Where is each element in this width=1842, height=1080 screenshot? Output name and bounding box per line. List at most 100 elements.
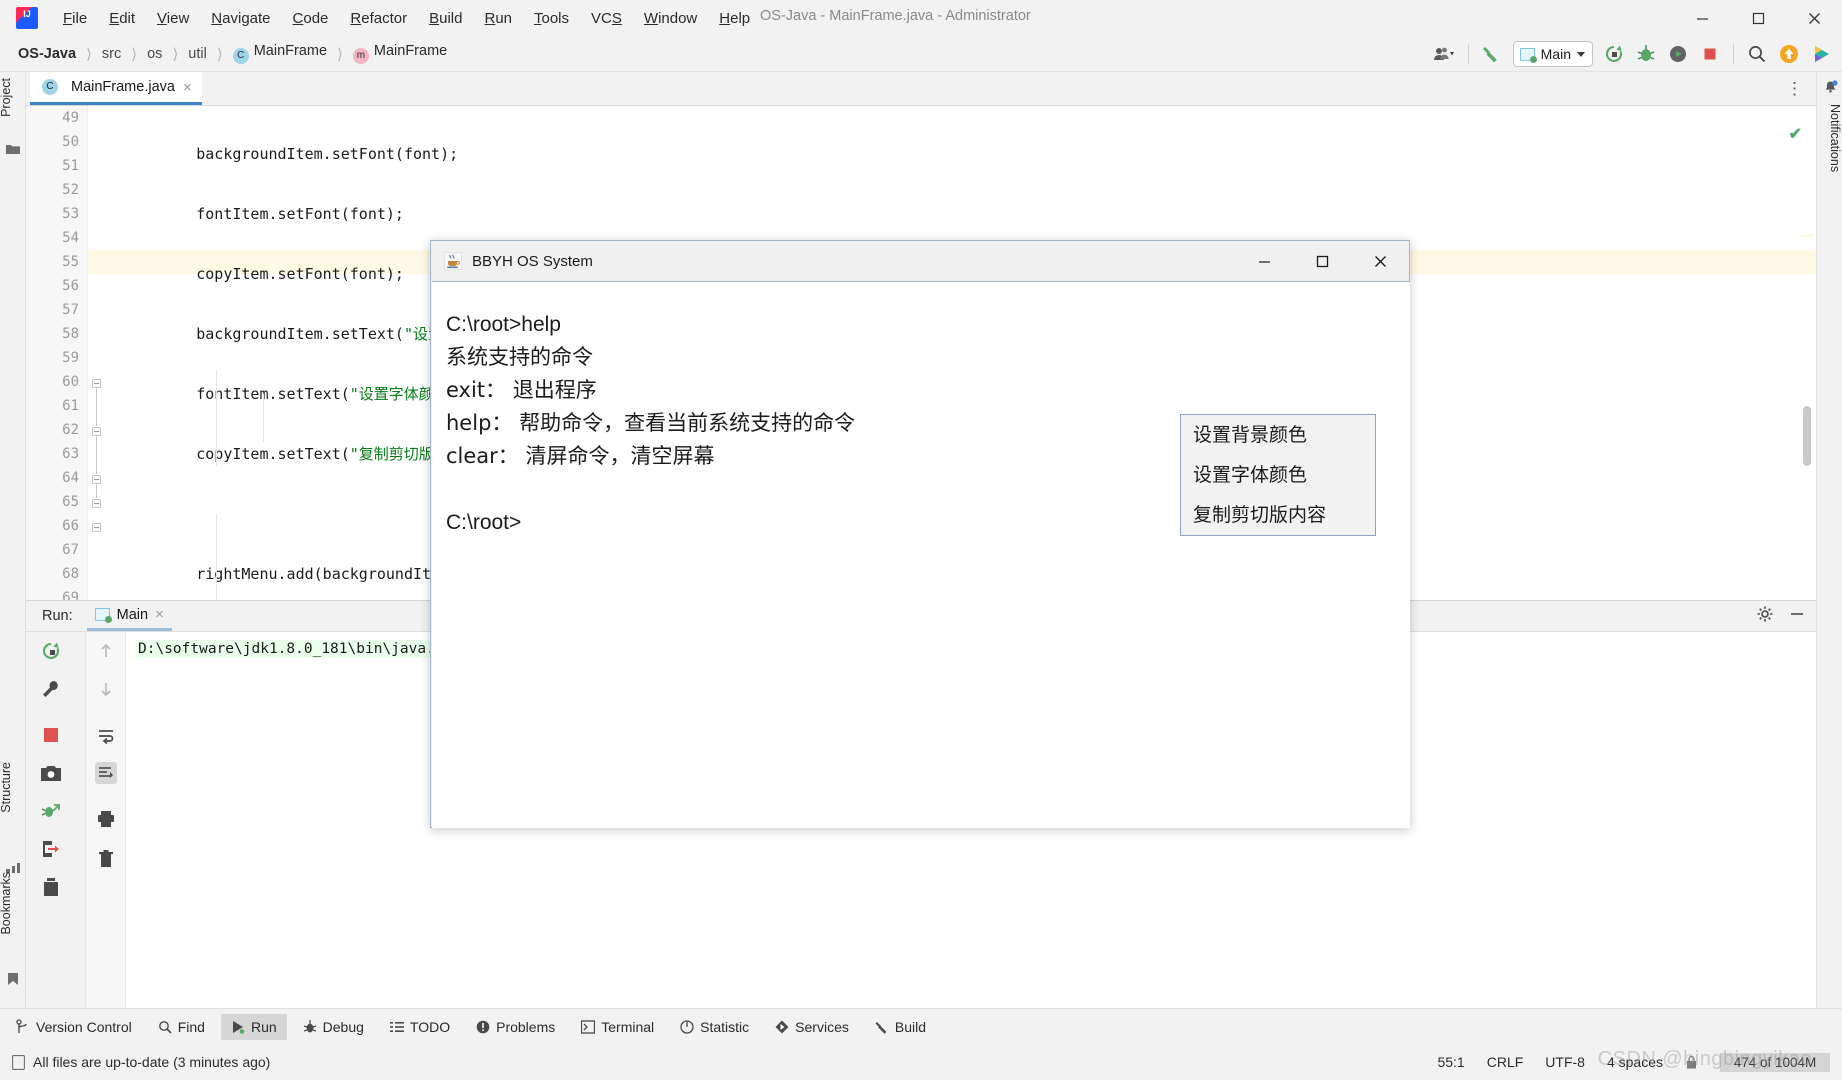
- dialog-minimize-button[interactable]: [1235, 241, 1293, 281]
- menu-code[interactable]: Code: [282, 6, 340, 31]
- bottom-item-version-control[interactable]: Version Control: [6, 1014, 142, 1040]
- stop-icon[interactable]: [40, 724, 62, 746]
- coverage-icon[interactable]: [1663, 39, 1693, 69]
- context-menu[interactable]: 设置背景颜色 设置字体颜色 复制剪切版内容: [1180, 414, 1376, 536]
- menu-build[interactable]: Build: [418, 6, 473, 31]
- line-separator[interactable]: CRLF: [1487, 1054, 1524, 1070]
- breadcrumb-item-util[interactable]: util: [184, 45, 211, 63]
- bbyh-os-system-dialog[interactable]: BBYH OS System C:\root>help 系统支持的命令 exit…: [430, 240, 1410, 828]
- editor-tab-close-icon[interactable]: ×: [183, 79, 192, 96]
- menu-file[interactable]: FFileile: [52, 6, 98, 31]
- trash-icon[interactable]: [95, 848, 117, 870]
- build-hammer-icon[interactable]: [1477, 39, 1507, 69]
- context-menu-item-background-color[interactable]: 设置背景颜色: [1181, 415, 1375, 455]
- bottom-item-label: Run: [250, 1018, 277, 1035]
- run-tab-close-icon[interactable]: ×: [155, 606, 164, 623]
- window-title: OS-Java - MainFrame.java - Administrator: [760, 8, 1031, 24]
- sidebar-item-project[interactable]: Project: [0, 78, 25, 117]
- camera-icon[interactable]: [40, 762, 62, 784]
- rerun-icon[interactable]: [40, 640, 62, 662]
- menu-refactor[interactable]: Refactor: [339, 6, 418, 31]
- code-fold-marker[interactable]: [92, 379, 101, 388]
- settings-gear-icon[interactable]: [1756, 605, 1774, 623]
- menu-tools[interactable]: Tools: [523, 6, 580, 31]
- run-header-actions: [1756, 605, 1806, 623]
- scroll-up-icon[interactable]: [95, 640, 117, 662]
- bookmark-icon[interactable]: [6, 972, 20, 986]
- run-config-icon: [94, 608, 112, 623]
- menu-run[interactable]: Run: [473, 6, 523, 31]
- scroll-to-end-icon[interactable]: [95, 762, 117, 784]
- inspection-ok-icon[interactable]: ✔: [1789, 124, 1802, 144]
- bottom-item-statistic[interactable]: Statistic: [670, 1014, 759, 1040]
- notifications-bell-icon[interactable]: [1823, 80, 1838, 95]
- context-menu-item-font-color[interactable]: 设置字体颜色: [1181, 455, 1375, 495]
- scroll-down-icon[interactable]: [95, 678, 117, 700]
- bottom-item-debug[interactable]: Debug: [293, 1014, 374, 1040]
- terminal-line: exit： 退出程序: [446, 378, 597, 402]
- settings-wrench-icon[interactable]: [40, 678, 62, 700]
- folder-icon[interactable]: [6, 142, 20, 156]
- search-everywhere-icon[interactable]: [1742, 39, 1772, 69]
- window-minimize-button[interactable]: [1674, 0, 1730, 36]
- bottom-item-run[interactable]: Run: [220, 1013, 287, 1040]
- dialog-body[interactable]: C:\root>help 系统支持的命令 exit： 退出程序 help： 帮助…: [432, 281, 1410, 828]
- sidebar-item-bookmarks[interactable]: Bookmarks: [0, 872, 25, 935]
- dialog-maximize-button[interactable]: [1293, 241, 1351, 281]
- breadcrumb-item-os[interactable]: os: [143, 45, 166, 63]
- bottom-item-terminal[interactable]: Terminal: [571, 1014, 664, 1040]
- editor-options-icon[interactable]: ⋮: [1786, 79, 1804, 99]
- caret-position[interactable]: 55:1: [1437, 1054, 1464, 1070]
- breadcrumb-item-class[interactable]: C MainFrame: [229, 42, 331, 65]
- bottom-item-build[interactable]: Build: [865, 1014, 936, 1040]
- editor-tab-mainframe[interactable]: C MainFrame.java ×: [30, 72, 202, 105]
- rerun-icon[interactable]: [1599, 39, 1629, 69]
- account-icon[interactable]: [1430, 39, 1460, 69]
- bottom-item-todo[interactable]: TODO: [380, 1014, 460, 1040]
- update-project-icon[interactable]: [1774, 39, 1804, 69]
- menu-view[interactable]: View: [146, 6, 200, 31]
- window-maximize-button[interactable]: [1730, 0, 1786, 36]
- breadcrumb-item-project[interactable]: OS-Java: [14, 45, 80, 63]
- thread-dump-icon[interactable]: [40, 800, 62, 822]
- sidebar-item-structure[interactable]: Structure: [0, 762, 25, 813]
- debug-bug-icon[interactable]: [1631, 39, 1661, 69]
- editor-marker-stripe: [1800, 234, 1814, 237]
- bottom-item-find[interactable]: Find: [148, 1014, 215, 1040]
- menu-edit[interactable]: Edit: [98, 6, 146, 31]
- menu-window[interactable]: Window: [633, 6, 708, 31]
- soft-wrap-icon[interactable]: [95, 724, 117, 746]
- run-tab-main[interactable]: Main ×: [86, 601, 172, 631]
- breadcrumb-item-src[interactable]: src: [98, 45, 125, 63]
- sidebar-item-notifications[interactable]: Notifications: [1816, 104, 1842, 172]
- menu-navigate[interactable]: Navigate: [200, 6, 281, 31]
- code-fold-marker[interactable]: [92, 427, 101, 436]
- menu-help[interactable]: Help: [708, 6, 761, 31]
- stop-icon[interactable]: [1695, 39, 1725, 69]
- delete-icon[interactable]: [40, 876, 62, 898]
- breadcrumb-item-method[interactable]: m MainFrame: [349, 42, 451, 65]
- ide-assistant-icon[interactable]: [1806, 39, 1836, 69]
- statistic-icon: [680, 1019, 694, 1034]
- indent-guide: [263, 394, 264, 442]
- bottom-item-services[interactable]: Services: [765, 1014, 859, 1040]
- dialog-close-button[interactable]: [1351, 241, 1409, 281]
- bottom-item-problems[interactable]: Problems: [466, 1014, 565, 1040]
- run-config-icon: [1519, 47, 1537, 63]
- editor-tabs-bar: C MainFrame.java × ⋮: [26, 72, 1816, 106]
- file-encoding[interactable]: UTF-8: [1545, 1054, 1585, 1070]
- context-menu-item-copy-clipboard[interactable]: 复制剪切版内容: [1181, 495, 1375, 535]
- run-configuration-selector[interactable]: Main: [1512, 41, 1593, 67]
- editor-scrollbar[interactable]: [1803, 406, 1811, 466]
- window-close-button[interactable]: [1786, 0, 1842, 36]
- export-icon[interactable]: [40, 838, 62, 860]
- menu-vcs[interactable]: VCS: [580, 6, 633, 31]
- hide-tool-window-icon[interactable]: [1788, 605, 1806, 623]
- code-fold-marker[interactable]: [92, 499, 101, 508]
- dialog-title-label: BBYH OS System: [472, 252, 593, 270]
- print-icon[interactable]: [95, 808, 117, 830]
- code-fold-marker[interactable]: [92, 475, 101, 484]
- line-number: 50: [62, 134, 79, 150]
- code-fold-marker[interactable]: [92, 523, 101, 532]
- terminal-line: 系统支持的命令: [446, 345, 593, 369]
